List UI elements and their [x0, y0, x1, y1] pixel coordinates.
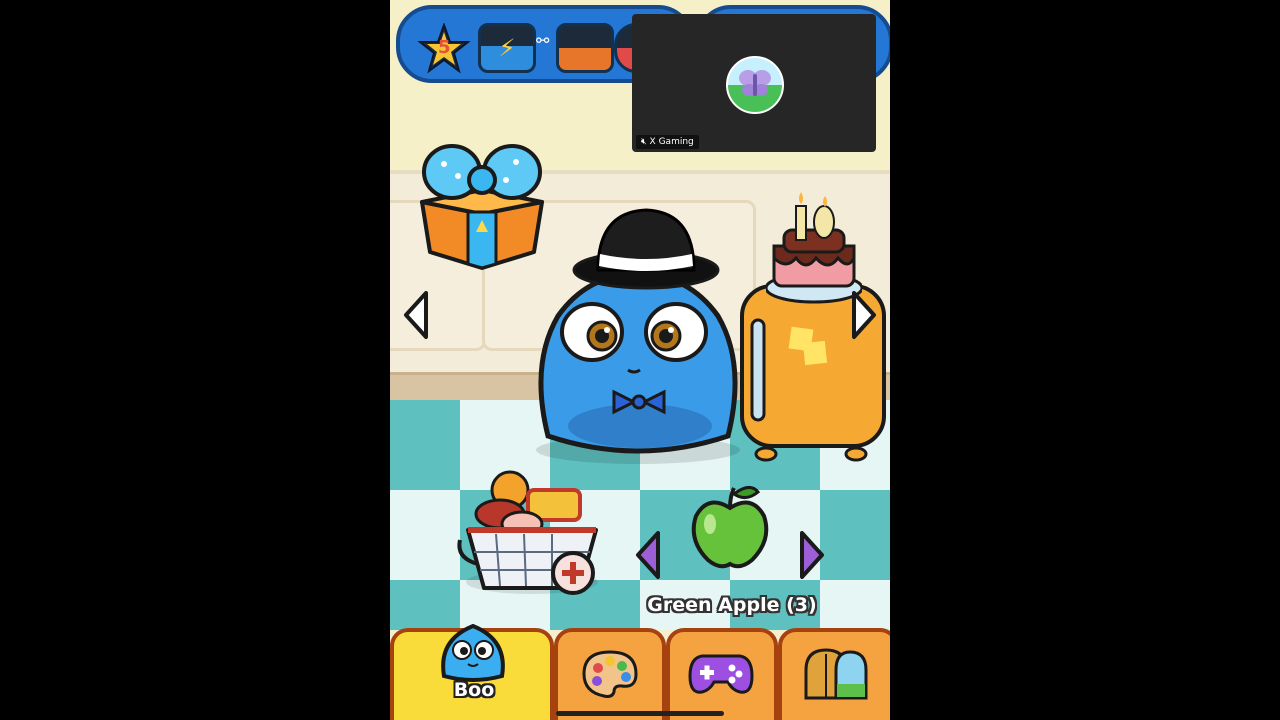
room-left-arrow-icon[interactable]: [402, 290, 430, 340]
hunger-meter-fill: [559, 48, 611, 70]
lightning-bolt-icon: ⚡: [498, 34, 516, 62]
participant-label: 🔇︎ X Gaming: [636, 135, 699, 149]
food-next-arrow-icon[interactable]: [798, 530, 826, 580]
palette-icon: [582, 650, 638, 698]
level-number: 5: [438, 37, 451, 58]
birthday-cake[interactable]: [766, 188, 862, 312]
pet-character[interactable]: [528, 204, 748, 466]
tab-games[interactable]: [666, 628, 778, 720]
floor-tile: [820, 490, 890, 580]
plus-icon[interactable]: [550, 550, 596, 596]
participant-avatar: [726, 56, 784, 114]
floor-tile: [820, 580, 890, 630]
room-right-arrow-icon[interactable]: [850, 290, 878, 340]
video-call-overlay[interactable]: 🔇︎ X Gaming: [632, 14, 876, 152]
tab-paint[interactable]: [554, 628, 666, 720]
floor-tile: [390, 490, 460, 580]
hunger-meter[interactable]: [556, 23, 614, 73]
tab-rooms[interactable]: [778, 628, 890, 720]
bone-icon: ⚯: [536, 31, 550, 50]
tab-pet-label: Boo: [453, 679, 495, 701]
home-indicator[interactable]: [556, 711, 724, 716]
participant-name: X Gaming: [649, 137, 694, 147]
energy-meter[interactable]: ⚡: [478, 23, 536, 73]
muted-speaker-icon: 🔇︎: [641, 137, 647, 147]
butterfly-icon: [739, 70, 771, 96]
game-screen: 5 ⚡ ⚯ 🔇︎ X Gaming Green Apple (3) Boo: [390, 0, 890, 720]
tab-pet[interactable]: Boo: [390, 623, 554, 720]
gamepad-icon: [688, 654, 754, 694]
food-name-label: Green Apple (3): [647, 594, 817, 616]
food-prev-arrow-icon[interactable]: [634, 530, 662, 580]
green-apple-icon[interactable]: [688, 480, 772, 570]
pet-face-icon: [441, 623, 505, 682]
bottom-nav: Boo: [390, 623, 890, 720]
door-icon: [804, 648, 868, 700]
food-basket-button[interactable]: [454, 460, 604, 600]
floor-tile: [390, 400, 460, 490]
